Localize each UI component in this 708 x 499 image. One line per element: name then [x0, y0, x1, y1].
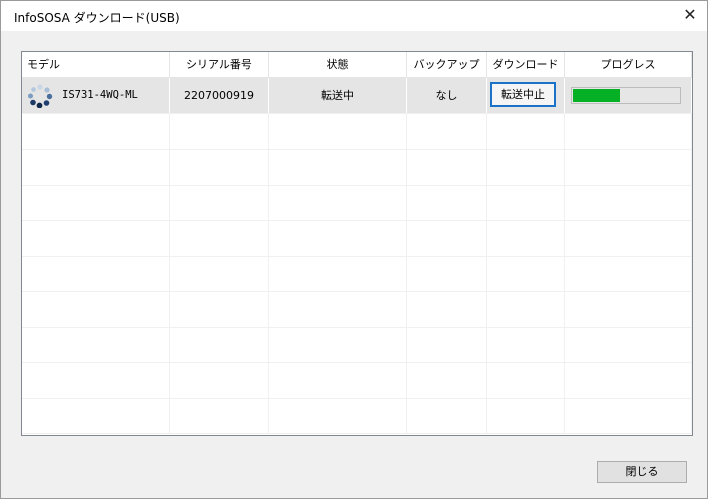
empty-row — [22, 149, 692, 186]
title-bar: InfoSOSA ダウンロード(USB) ✕ — [1, 1, 707, 31]
empty-cell — [269, 398, 407, 433]
list-header: モデル シリアル番号 状態 バックアップ ダウンロード プログレス — [22, 52, 692, 78]
model-cell: IS731-4WQ-ML — [22, 78, 170, 113]
empty-cell — [407, 256, 487, 291]
empty-cell — [487, 185, 565, 220]
empty-cell — [170, 398, 269, 433]
empty-cell — [407, 327, 487, 362]
column-header-serial[interactable]: シリアル番号 — [170, 52, 269, 77]
empty-cell — [170, 291, 269, 327]
empty-cell — [565, 149, 692, 185]
close-icon[interactable]: ✕ — [673, 1, 707, 31]
empty-cell — [22, 362, 170, 398]
empty-cell — [22, 114, 170, 149]
empty-cell — [565, 362, 692, 398]
empty-cell — [565, 256, 692, 291]
empty-cell — [407, 291, 487, 327]
empty-row — [22, 291, 692, 328]
empty-row — [22, 220, 692, 257]
empty-cell — [269, 256, 407, 291]
progress-bar — [571, 87, 681, 104]
status-cell: 転送中 — [269, 78, 407, 113]
empty-cell — [565, 291, 692, 327]
empty-cell — [170, 362, 269, 398]
empty-cell — [487, 256, 565, 291]
empty-cell — [407, 185, 487, 220]
table-row[interactable]: IS731-4WQ-ML 2207000919 転送中 なし 転送中止 — [22, 78, 692, 114]
close-button[interactable]: 閉じる — [597, 461, 687, 483]
empty-cell — [565, 185, 692, 220]
empty-cell — [487, 149, 565, 185]
empty-row — [22, 114, 692, 150]
empty-cell — [269, 327, 407, 362]
empty-cell — [565, 327, 692, 362]
empty-cell — [269, 149, 407, 185]
model-name: IS731-4WQ-ML — [62, 89, 138, 101]
empty-cell — [170, 149, 269, 185]
empty-cell — [487, 362, 565, 398]
column-header-model[interactable]: モデル — [22, 52, 170, 77]
empty-cell — [407, 149, 487, 185]
empty-cell — [22, 291, 170, 327]
empty-cell — [407, 114, 487, 149]
empty-cell — [22, 149, 170, 185]
empty-cell — [22, 185, 170, 220]
empty-cell — [170, 256, 269, 291]
empty-cell — [22, 256, 170, 291]
serial-cell: 2207000919 — [170, 78, 269, 113]
empty-row — [22, 398, 692, 434]
window-title: InfoSOSA ダウンロード(USB) — [14, 11, 180, 25]
empty-cell — [170, 114, 269, 149]
column-header-progress[interactable]: プログレス — [565, 52, 692, 77]
empty-row — [22, 362, 692, 399]
empty-cell — [487, 327, 565, 362]
empty-cell — [269, 220, 407, 256]
empty-row — [22, 256, 692, 292]
empty-row — [22, 327, 692, 363]
empty-cell — [269, 185, 407, 220]
empty-cell — [487, 114, 565, 149]
column-header-download[interactable]: ダウンロード — [487, 52, 565, 77]
empty-cell — [565, 220, 692, 256]
column-header-backup[interactable]: バックアップ — [407, 52, 487, 77]
empty-cell — [487, 291, 565, 327]
device-list[interactable]: モデル シリアル番号 状態 バックアップ ダウンロード プログレス IS731-… — [21, 51, 693, 436]
empty-cell — [170, 327, 269, 362]
column-header-status[interactable]: 状態 — [269, 52, 407, 77]
dialog-window: InfoSOSA ダウンロード(USB) ✕ モデル シリアル番号 状態 バック… — [0, 0, 708, 499]
stop-transfer-button[interactable]: 転送中止 — [490, 82, 556, 107]
empty-cell — [170, 185, 269, 220]
download-cell: 転送中止 — [487, 78, 565, 113]
empty-cell — [565, 114, 692, 149]
backup-cell: なし — [407, 78, 487, 113]
empty-row — [22, 185, 692, 221]
empty-cell — [407, 220, 487, 256]
empty-cell — [487, 398, 565, 433]
empty-cell — [269, 291, 407, 327]
progress-cell — [565, 78, 692, 113]
empty-cell — [22, 327, 170, 362]
empty-cell — [22, 220, 170, 256]
loading-spinner-icon — [28, 84, 53, 108]
empty-cell — [22, 398, 170, 433]
empty-cell — [170, 220, 269, 256]
empty-cell — [407, 398, 487, 433]
empty-cell — [269, 362, 407, 398]
empty-cell — [487, 220, 565, 256]
empty-cell — [269, 114, 407, 149]
progress-fill — [573, 89, 620, 102]
empty-cell — [565, 398, 692, 433]
empty-cell — [407, 362, 487, 398]
